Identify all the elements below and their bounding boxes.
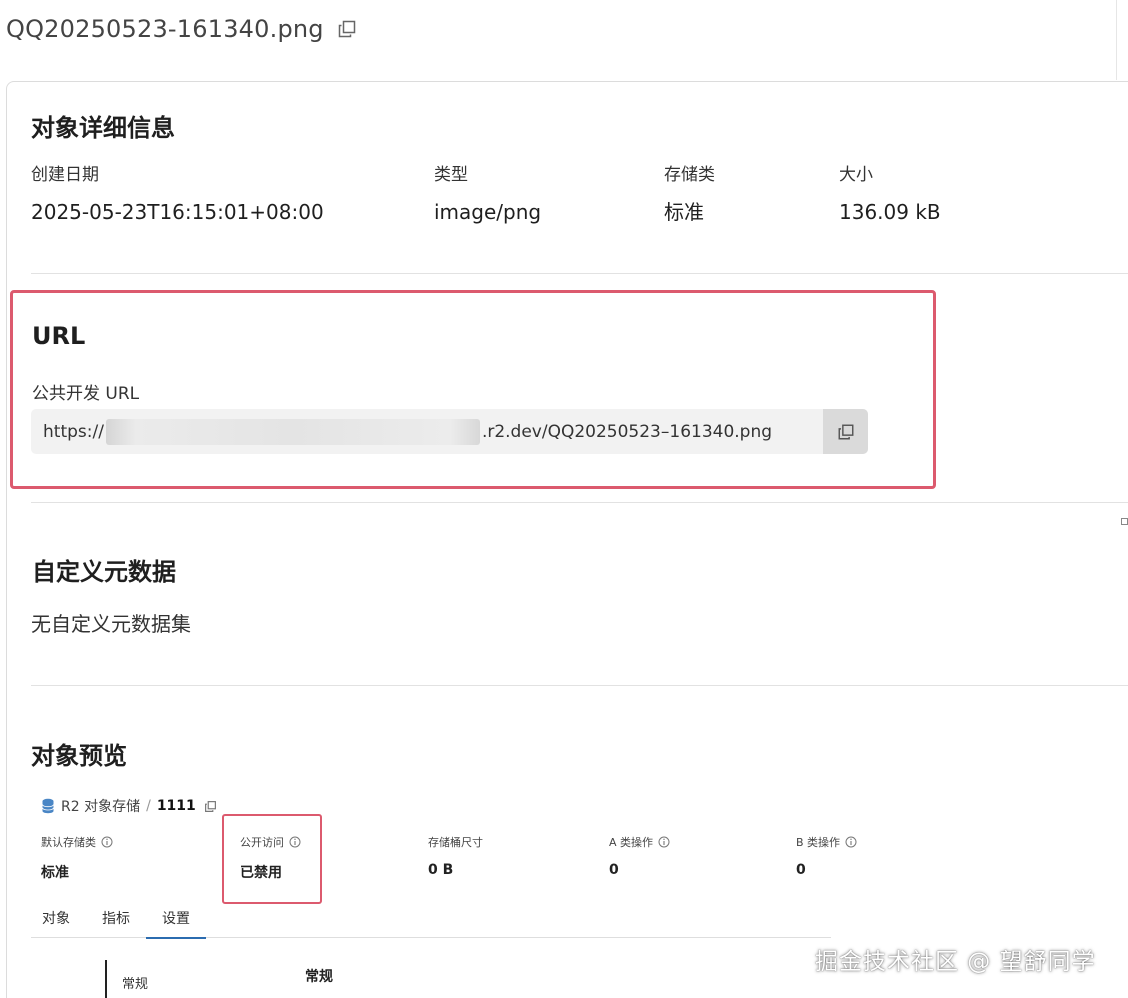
tab-metrics[interactable]: 指标 xyxy=(91,898,141,938)
detail-label: 创建日期 xyxy=(31,165,99,185)
section-divider xyxy=(31,685,1128,686)
detail-value: 标准 xyxy=(664,200,704,224)
settings-general-heading: 常规 xyxy=(305,969,333,985)
custom-metadata-empty: 无自定义元数据集 xyxy=(31,612,191,636)
section-divider xyxy=(31,502,1128,503)
stat-public-access: 公开访问 已禁用 xyxy=(240,834,301,882)
detail-created: 创建日期 2025-05-23T16:15:01+08:00 xyxy=(31,164,324,225)
detail-label: 大小 xyxy=(839,165,873,185)
url-highlight-box xyxy=(10,290,936,489)
settings-nav-general[interactable]: 常规 xyxy=(122,973,148,992)
public-dev-url-label: 公共开发 URL xyxy=(32,384,140,404)
info-icon[interactable] xyxy=(845,836,857,848)
stat-label-row: 公开访问 xyxy=(240,834,301,850)
stat-label: A 类操作 xyxy=(609,836,654,849)
detail-value: image/png xyxy=(434,200,542,224)
copy-filename-button[interactable] xyxy=(334,16,360,42)
settings-nav-indicator xyxy=(105,960,107,998)
window-edge xyxy=(1116,0,1117,80)
copy-bucket-button[interactable] xyxy=(204,799,218,813)
copy-icon xyxy=(838,424,853,439)
resize-handle[interactable] xyxy=(1121,518,1128,525)
detail-value: 2025-05-23T16:15:01+08:00 xyxy=(31,200,324,224)
preview-tabs: 对象 指标 设置 xyxy=(31,898,1128,939)
info-icon[interactable] xyxy=(658,836,670,848)
stat-label: 公开访问 xyxy=(240,836,284,849)
stat-label: 存储桶尺寸 xyxy=(428,836,483,849)
stat-class-a-ops: A 类操作 0 xyxy=(609,834,670,878)
stat-label-row: B 类操作 xyxy=(796,834,857,850)
breadcrumb: R2 对象存储 / 1111 xyxy=(41,796,218,816)
public-url-field[interactable]: https:// .r2.dev/QQ20250523–161340.png xyxy=(31,409,868,454)
info-icon[interactable] xyxy=(101,836,113,848)
object-preview-title: 对象预览 xyxy=(31,742,127,770)
file-name: QQ20250523-161340.png xyxy=(6,15,324,43)
object-detail-page: QQ20250523-161340.png 对象详细信息 创建日期 2025-0… xyxy=(0,0,1128,998)
detail-storage-class: 存储类 标准 xyxy=(664,164,715,225)
stat-label-row: A 类操作 xyxy=(609,834,670,850)
detail-size: 大小 136.09 kB xyxy=(839,164,941,225)
database-icon xyxy=(42,798,54,814)
stat-value: 0 xyxy=(796,862,806,878)
url-suffix: .r2.dev/QQ20250523–161340.png xyxy=(481,421,773,442)
stat-default-storage-class: 默认存储类 标准 xyxy=(41,834,113,882)
stat-value: 已禁用 xyxy=(240,865,282,881)
stat-label: B 类操作 xyxy=(796,836,841,849)
copy-url-button[interactable] xyxy=(823,409,868,454)
object-details-title: 对象详细信息 xyxy=(31,114,175,142)
stat-value: 标准 xyxy=(41,865,69,881)
info-icon[interactable] xyxy=(289,836,301,848)
stat-label-row: 存储桶尺寸 xyxy=(428,834,483,850)
url-section-title: URL xyxy=(32,322,86,350)
object-detail-panel: 对象详细信息 创建日期 2025-05-23T16:15:01+08:00 类型… xyxy=(6,81,1128,998)
watermark: 掘金技术社区 @ 望舒同学 xyxy=(815,949,1096,975)
file-header: QQ20250523-161340.png xyxy=(6,12,360,46)
copy-icon xyxy=(205,800,217,812)
copy-icon xyxy=(338,20,355,38)
breadcrumb-bucket: 1111 xyxy=(156,798,196,814)
detail-label: 类型 xyxy=(434,165,468,185)
stat-class-b-ops: B 类操作 0 xyxy=(796,834,857,878)
breadcrumb-separator: / xyxy=(146,798,151,814)
url-prefix: https:// xyxy=(43,421,104,442)
detail-label: 存储类 xyxy=(664,165,715,185)
stat-label: 默认存储类 xyxy=(41,836,96,849)
tab-settings[interactable]: 设置 xyxy=(146,898,206,939)
section-divider xyxy=(31,273,1128,274)
stat-value: 0 B xyxy=(428,862,454,878)
stat-value: 0 xyxy=(609,862,619,878)
detail-type: 类型 image/png xyxy=(434,164,541,225)
detail-value: 136.09 kB xyxy=(839,200,941,224)
url-redacted-segment xyxy=(105,418,480,445)
stat-bucket-size: 存储桶尺寸 0 B xyxy=(428,834,483,878)
tab-objects[interactable]: 对象 xyxy=(31,898,81,938)
stat-label-row: 默认存储类 xyxy=(41,834,113,850)
breadcrumb-service[interactable]: R2 对象存储 xyxy=(61,796,140,816)
custom-metadata-title: 自定义元数据 xyxy=(32,558,176,586)
